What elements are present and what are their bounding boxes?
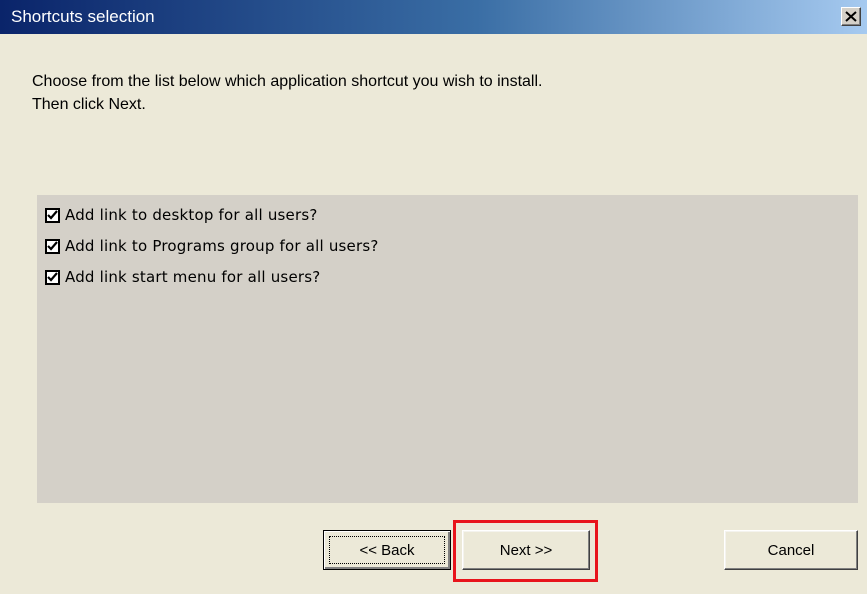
close-button[interactable] bbox=[841, 7, 861, 26]
programs-group-link-checkbox[interactable] bbox=[45, 238, 60, 254]
focus-rectangle bbox=[329, 536, 445, 564]
start-menu-link-checkbox[interactable] bbox=[45, 269, 60, 285]
back-button[interactable]: << Back bbox=[323, 530, 451, 570]
title-bar[interactable]: Shortcuts selection bbox=[0, 0, 867, 34]
checkmark-icon bbox=[47, 272, 58, 282]
option-desktop-link[interactable]: Add link to desktop for all users? bbox=[45, 205, 318, 225]
cancel-button-label: Cancel bbox=[767, 541, 815, 559]
option-label: Add link to desktop for all users? bbox=[65, 206, 318, 224]
instruction-line-1: Choose from the list below which applica… bbox=[32, 73, 543, 90]
next-button[interactable]: Next >> bbox=[462, 530, 590, 570]
checkmark-icon bbox=[47, 241, 58, 251]
option-label: Add link start menu for all users? bbox=[65, 268, 321, 286]
cancel-button[interactable]: Cancel bbox=[724, 530, 858, 570]
dialog-window: Shortcuts selection Choose from the list… bbox=[0, 0, 867, 594]
window-title: Shortcuts selection bbox=[11, 7, 155, 26]
instructions: Choose from the list below which applica… bbox=[32, 70, 792, 116]
next-button-label: Next >> bbox=[499, 541, 553, 559]
instruction-line-2: Then click Next. bbox=[32, 96, 146, 113]
option-start-menu-link[interactable]: Add link start menu for all users? bbox=[45, 267, 320, 287]
option-label: Add link to Programs group for all users… bbox=[65, 237, 379, 255]
option-programs-group-link[interactable]: Add link to Programs group for all users… bbox=[45, 236, 379, 256]
desktop-link-checkbox[interactable] bbox=[45, 207, 60, 223]
shortcut-options-list: Add link to desktop for all users? Add l… bbox=[37, 195, 858, 503]
checkmark-icon bbox=[47, 210, 58, 220]
close-icon bbox=[845, 11, 857, 22]
